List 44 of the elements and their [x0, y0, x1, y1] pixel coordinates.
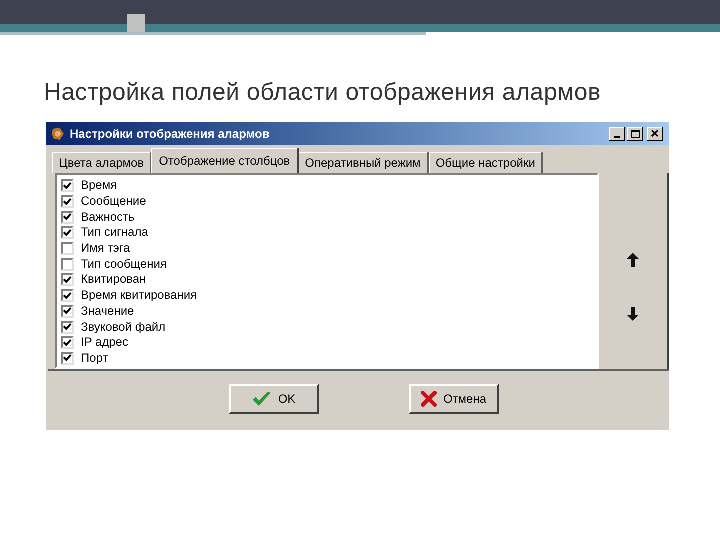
checkbox-label: Квитирован	[81, 272, 146, 288]
checkbox-label: Тип сообщения	[81, 256, 167, 272]
tab[interactable]: Цвета алармов	[52, 152, 152, 173]
checkbox[interactable]	[61, 352, 74, 365]
checkbox-label: Время	[81, 178, 118, 194]
checkbox[interactable]	[61, 195, 74, 208]
checkbox-label: Звуковой файл	[81, 320, 166, 335]
checkbox-label: Значение	[81, 304, 134, 319]
checkbox[interactable]	[61, 226, 74, 240]
tab[interactable]: Оперативный режим	[298, 152, 429, 173]
checkbox[interactable]	[61, 336, 74, 350]
window-title: Настройки отображения алармов	[70, 126, 271, 142]
checkbox-label: Тип сигнала	[81, 225, 148, 240]
arrow-down-icon	[627, 307, 639, 321]
app-icon	[50, 126, 66, 142]
move-down-button[interactable]	[627, 307, 639, 321]
checkbox-label: Порт	[81, 350, 108, 366]
tab[interactable]: Отображение столбцов	[151, 148, 300, 173]
check-icon	[252, 391, 272, 407]
move-up-button[interactable]	[627, 253, 639, 267]
ok-button[interactable]: OK	[229, 384, 319, 414]
cross-icon	[421, 391, 438, 407]
slide-marker	[127, 14, 145, 32]
checkbox[interactable]	[61, 258, 74, 271]
close-icon	[651, 130, 659, 137]
checkbox[interactable]	[61, 273, 74, 286]
checkbox[interactable]	[61, 304, 74, 318]
tab[interactable]: Общие настройки	[428, 152, 544, 173]
cancel-button[interactable]: Отмена	[409, 384, 499, 414]
checkbox[interactable]	[61, 210, 74, 224]
arrow-up-icon	[627, 253, 639, 267]
checkbox[interactable]	[61, 179, 74, 192]
checkbox[interactable]	[61, 242, 74, 256]
checkbox-label: Важность	[81, 210, 135, 225]
slide-title: Настройка полей области отображения алармов	[44, 78, 602, 108]
checkbox[interactable]	[61, 289, 74, 302]
minimize-button[interactable]	[609, 126, 625, 140]
checkbox-label: Время квитирования	[81, 288, 198, 304]
checkbox-label: Имя тэга	[81, 241, 130, 256]
checkbox-label: Сообщение	[81, 194, 146, 210]
checkbox-label: IP адрес	[81, 335, 128, 350]
checkbox[interactable]	[61, 320, 74, 334]
maximize-button[interactable]	[627, 126, 643, 140]
close-button[interactable]	[647, 126, 663, 140]
